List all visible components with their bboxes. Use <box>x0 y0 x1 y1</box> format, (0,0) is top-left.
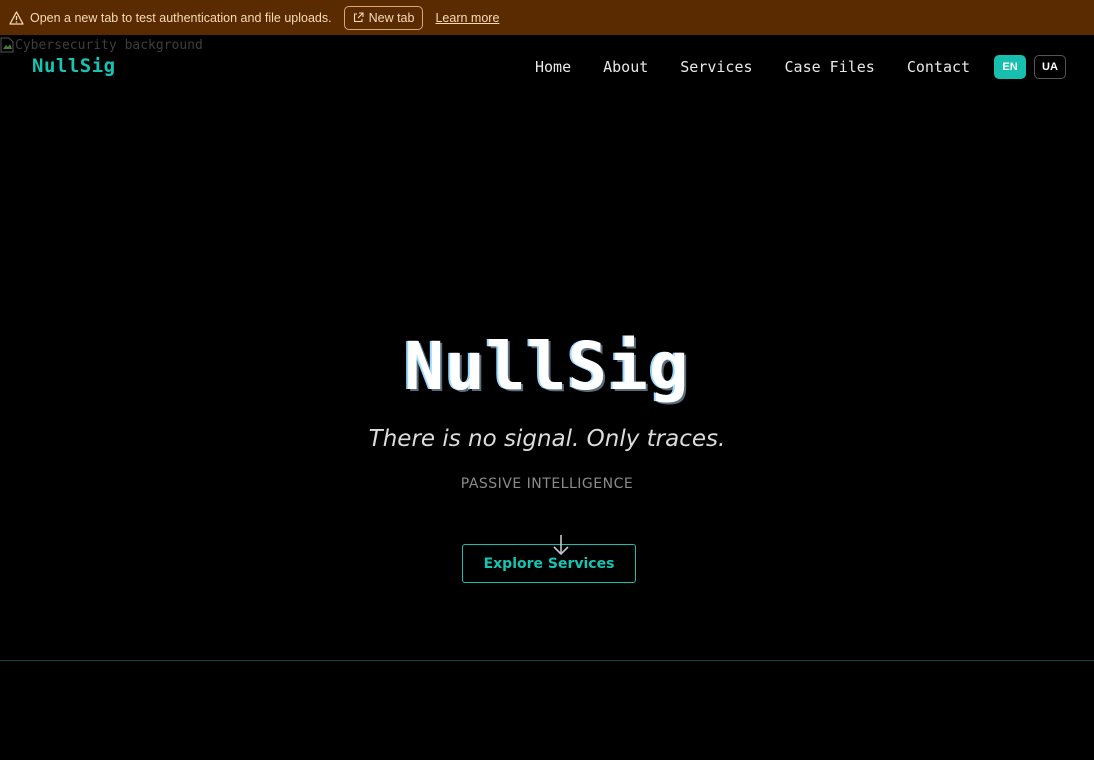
brand-logo[interactable]: NullSig <box>32 55 116 77</box>
background-image-alt: Cybersecurity background <box>15 37 203 53</box>
nav-item-case-files[interactable]: Case Files <box>785 58 875 76</box>
warning-banner: Open a new tab to test authentication an… <box>0 0 1094 35</box>
explore-services-button[interactable]: Explore Services <box>462 544 636 583</box>
hero-subtitle: PASSIVE INTELLIGENCE <box>460 476 634 492</box>
hero-title: NullSig <box>404 328 690 405</box>
new-tab-label: New tab <box>368 10 415 25</box>
nav-item-about[interactable]: About <box>603 58 648 76</box>
banner-message: Open a new tab to test authentication an… <box>30 10 332 25</box>
language-en-button[interactable]: EN <box>994 55 1026 79</box>
nav-item-contact[interactable]: Contact <box>907 58 970 76</box>
section-divider <box>0 660 1094 661</box>
language-ua-button[interactable]: UA <box>1034 55 1066 79</box>
external-link-icon <box>353 12 364 23</box>
hero-tagline: There is no signal. Only traces. <box>368 426 726 452</box>
main-nav: Home About Services Case Files Contact <box>535 58 970 76</box>
nav-item-services[interactable]: Services <box>680 58 752 76</box>
new-tab-button[interactable]: New tab <box>343 5 424 30</box>
broken-image-icon <box>0 37 14 53</box>
warning-icon <box>9 10 24 25</box>
learn-more-link[interactable]: Learn more <box>435 11 499 25</box>
nav-item-home[interactable]: Home <box>535 58 571 76</box>
arrow-down-icon <box>552 534 570 556</box>
background-image: Cybersecurity background <box>0 37 203 53</box>
